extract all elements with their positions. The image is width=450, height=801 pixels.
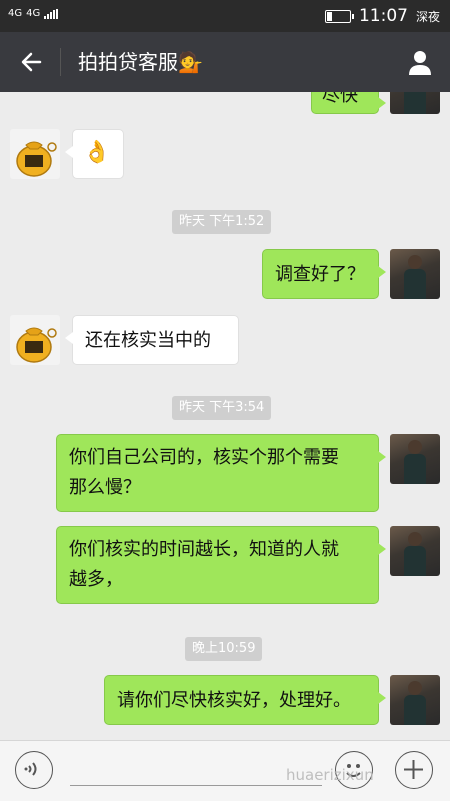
voice-icon[interactable]	[15, 751, 53, 789]
watermark: huaerizixun	[286, 766, 374, 784]
user-avatar[interactable]	[390, 526, 440, 576]
money-bag-logo	[16, 327, 57, 363]
chat-title: 拍拍贷客服💁	[78, 50, 203, 74]
timestamp: 昨天 下午3:54	[172, 396, 272, 420]
status-right: 11:07 深夜	[324, 6, 440, 26]
user-avatar[interactable]	[390, 434, 440, 484]
message-text-line: 你们核实的时间越长，知道的人就	[69, 539, 339, 560]
message-text: 调查好了？	[275, 264, 365, 285]
person-icon[interactable]	[406, 48, 434, 76]
back-arrow-icon[interactable]	[18, 48, 46, 76]
message-bubble: 请你们尽快核实好，处理好。	[104, 675, 386, 725]
header-divider	[60, 48, 61, 76]
agent-avatar[interactable]	[10, 315, 60, 365]
message-bubble-partial: 尽快	[311, 92, 386, 114]
user-avatar[interactable]	[390, 92, 440, 114]
message-text-line: 你们自己公司的，核实个那个需要	[69, 447, 339, 468]
input-bar	[0, 740, 450, 801]
message-text-line: 越多，	[69, 569, 123, 590]
status-bar: 4G 4G 11:07 深夜	[0, 0, 450, 32]
chat-header: 拍拍贷客服💁	[0, 32, 450, 92]
message-text-line: 那么慢？	[69, 477, 141, 498]
message-text: 还在核实当中的	[85, 330, 211, 351]
message-bubble: 👌	[65, 129, 124, 179]
message-bubble: 你们核实的时间越长，知道的人就 越多，	[56, 526, 386, 604]
message-input[interactable]	[70, 785, 322, 786]
message-text: 👌	[83, 140, 111, 165]
plus-icon[interactable]	[395, 751, 433, 789]
clock: 11:07	[358, 6, 408, 26]
night-mode-label: 深夜	[415, 9, 440, 24]
agent-avatar[interactable]	[10, 129, 60, 179]
timestamp: 昨天 下午1:52	[172, 210, 272, 234]
message-bubble: 你们自己公司的，核实个那个需要 那么慢？	[56, 434, 386, 512]
message-bubble: 调查好了？	[262, 249, 386, 299]
user-avatar[interactable]	[390, 249, 440, 299]
money-bag-logo	[16, 141, 57, 177]
battery-icon	[324, 9, 354, 23]
message-text: 尽快	[322, 92, 358, 106]
network-label: 4G	[26, 8, 41, 19]
message-bubble: 还在核实当中的	[65, 315, 239, 365]
signal-icon	[44, 8, 59, 19]
timestamp: 晚上10:59	[185, 637, 263, 661]
user-avatar[interactable]	[390, 675, 440, 725]
message-text: 请你们尽快核实好，处理好。	[117, 690, 351, 711]
network-label-top: 4G	[8, 8, 23, 19]
chat-messages[interactable]: 尽快 👌 昨天 下午1:52 调查好了？ 还在核实当中的 昨天 下午3:54 你…	[0, 92, 450, 740]
network-indicator: 4G 4G	[8, 8, 59, 19]
